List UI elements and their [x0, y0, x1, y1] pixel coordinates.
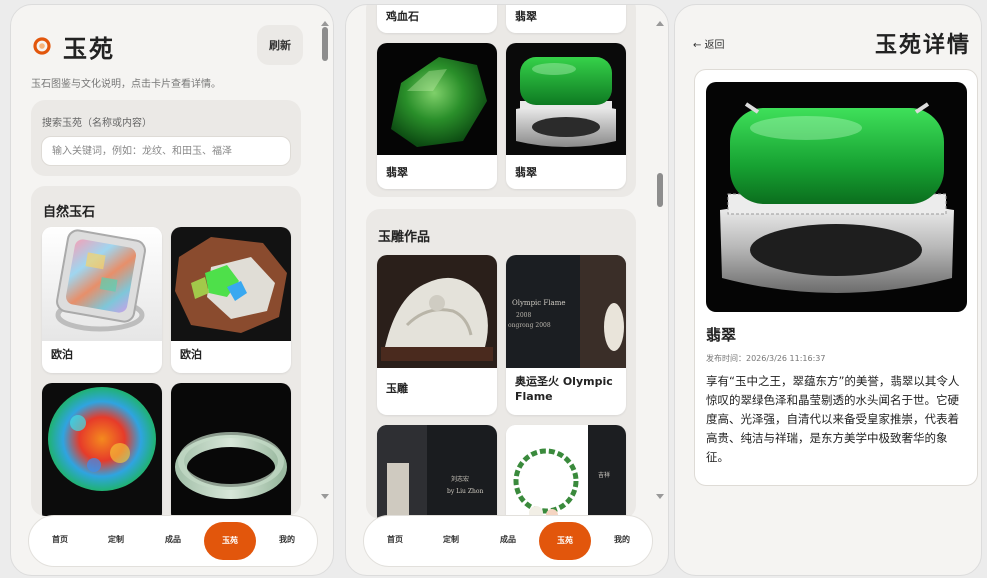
card-name: 鸡血石 [386, 10, 419, 23]
svg-text:by Liu Zhon: by Liu Zhon [447, 488, 483, 495]
jade-detail-screen: ← 返回 玉苑详情 翡翠 发布时间：2026/3/26 11:16:37 享有“… [674, 4, 982, 576]
natural-stones-section: 鸡血石 翡翠 翡翠 翡翠 [366, 5, 636, 197]
scroll-up-icon[interactable] [656, 21, 664, 26]
stone-card[interactable]: 欧泊 [42, 227, 162, 373]
nav-item-mine[interactable]: 我的 [262, 531, 312, 549]
carving-card[interactable]: 吉祥 [506, 425, 626, 519]
nav-item-jade-garden[interactable]: 玉苑 [539, 522, 591, 560]
carving-card[interactable]: Olympic Flame 2008 ongrong 2008 奥运圣火 Oly… [506, 255, 626, 415]
detail-name: 翡翠 [706, 326, 737, 344]
opal-ring-image [42, 227, 162, 341]
nav-item-products[interactable]: 成品 [483, 531, 533, 549]
stone-card[interactable]: 翡翠 [377, 43, 497, 189]
svg-text:吉祥: 吉祥 [598, 471, 610, 479]
refresh-button[interactable]: 刷新 [257, 25, 303, 65]
card-name: 奥运圣火 Olympic Flame [515, 375, 613, 403]
search-input[interactable] [41, 136, 291, 166]
carving-card[interactable]: 玉雕 [377, 255, 497, 415]
card-name: 翡翠 [515, 166, 537, 179]
app-title: 玉苑 [63, 35, 115, 63]
jade-garden-list-screen: 玉苑 刷新 玉石图鉴与文化说明，点击卡片查看详情。 搜索玉苑（名称或内容） 自然… [10, 4, 334, 576]
jade-garden-scrolled-screen: 鸡血石 翡翠 翡翠 翡翠 玉雕作品 玉雕 Olympic Flame 2008 … [345, 4, 669, 576]
svg-text:2008: 2008 [516, 312, 531, 319]
stone-card[interactable]: 欧泊 [171, 227, 291, 373]
scrollbar-thumb[interactable] [322, 27, 328, 61]
nav-item-mine[interactable]: 我的 [597, 531, 647, 549]
scrollbar[interactable] [656, 21, 664, 499]
jadeite-ring-image [506, 43, 626, 155]
detail-page-title: 玉苑详情 [875, 33, 972, 58]
logo-ring-icon [33, 37, 51, 55]
scroll-down-icon[interactable] [656, 494, 664, 499]
svg-text:Olympic Flame: Olympic Flame [512, 299, 565, 307]
card-name: 欧泊 [180, 348, 202, 361]
scroll-down-icon[interactable] [321, 494, 329, 499]
detail-card: 翡翠 发布时间：2026/3/26 11:16:37 享有“玉中之王，翠蕴东方”… [694, 69, 978, 486]
bottom-nav: 首页 定制 成品 玉苑 我的 [28, 515, 318, 567]
back-link[interactable]: ← 返回 [693, 36, 725, 51]
nav-item-products[interactable]: 成品 [148, 531, 198, 549]
nav-item-home[interactable]: 首页 [35, 531, 85, 549]
stone-card[interactable]: 翡翠 [506, 43, 626, 189]
opal-rough-image [171, 227, 291, 341]
jade-carvings-section: 玉雕作品 玉雕 Olympic Flame 2008 ongrong 2008 … [366, 209, 636, 519]
section-title: 自然玉石 [43, 205, 96, 220]
nav-item-custom[interactable]: 定制 [426, 531, 476, 549]
published-time: 发布时间：2026/3/26 11:16:37 [706, 354, 826, 363]
scrollbar[interactable] [321, 21, 329, 499]
nav-item-custom[interactable]: 定制 [91, 531, 141, 549]
svg-text:刘志宏: 刘志宏 [451, 475, 469, 483]
bottom-nav: 首页 定制 成品 玉苑 我的 [363, 515, 653, 567]
card-name: 翡翠 [386, 166, 408, 179]
nav-item-home[interactable]: 首页 [370, 531, 420, 549]
olympic-flame-image: Olympic Flame 2008 ongrong 2008 [506, 255, 626, 368]
scrollbar-thumb[interactable] [657, 173, 663, 207]
jadeite-ring-large-image [706, 82, 967, 312]
search-panel: 搜索玉苑（名称或内容） [31, 100, 301, 176]
page-subtitle: 玉石图鉴与文化说明，点击卡片查看详情。 [31, 79, 221, 90]
detail-description: 享有“玉中之王，翠蕴东方”的美誉，翡翠以其令人惊叹的翠绿色泽和晶莹剔透的水头闻名… [706, 374, 960, 464]
flower-wreath-image: 吉祥 [506, 425, 626, 519]
jade-carving-image [377, 255, 497, 368]
card-name: 翡翠 [515, 10, 537, 23]
stone-card[interactable]: 翡翠 [506, 5, 626, 33]
jade-bangle-image [171, 383, 291, 516]
section-title: 玉雕作品 [378, 230, 431, 245]
carving-card[interactable]: 刘志宏 by Liu Zhon [377, 425, 497, 519]
search-label: 搜索玉苑（名称或内容） [42, 118, 152, 129]
stone-card[interactable] [42, 383, 162, 516]
svg-text:ongrong 2008: ongrong 2008 [508, 322, 551, 329]
nav-item-jade-garden[interactable]: 玉苑 [204, 522, 256, 560]
card-name: 欧泊 [51, 348, 73, 361]
jadeite-stone-image [377, 43, 497, 155]
stone-card[interactable]: 鸡血石 [377, 5, 497, 33]
stone-card[interactable] [171, 383, 291, 516]
carving-photo-image: 刘志宏 by Liu Zhon [377, 425, 497, 519]
black-opal-image [42, 383, 162, 516]
scroll-up-icon[interactable] [321, 21, 329, 26]
card-name: 玉雕 [386, 382, 408, 395]
natural-stones-section: 自然玉石 欧泊 欧泊 [31, 186, 301, 516]
